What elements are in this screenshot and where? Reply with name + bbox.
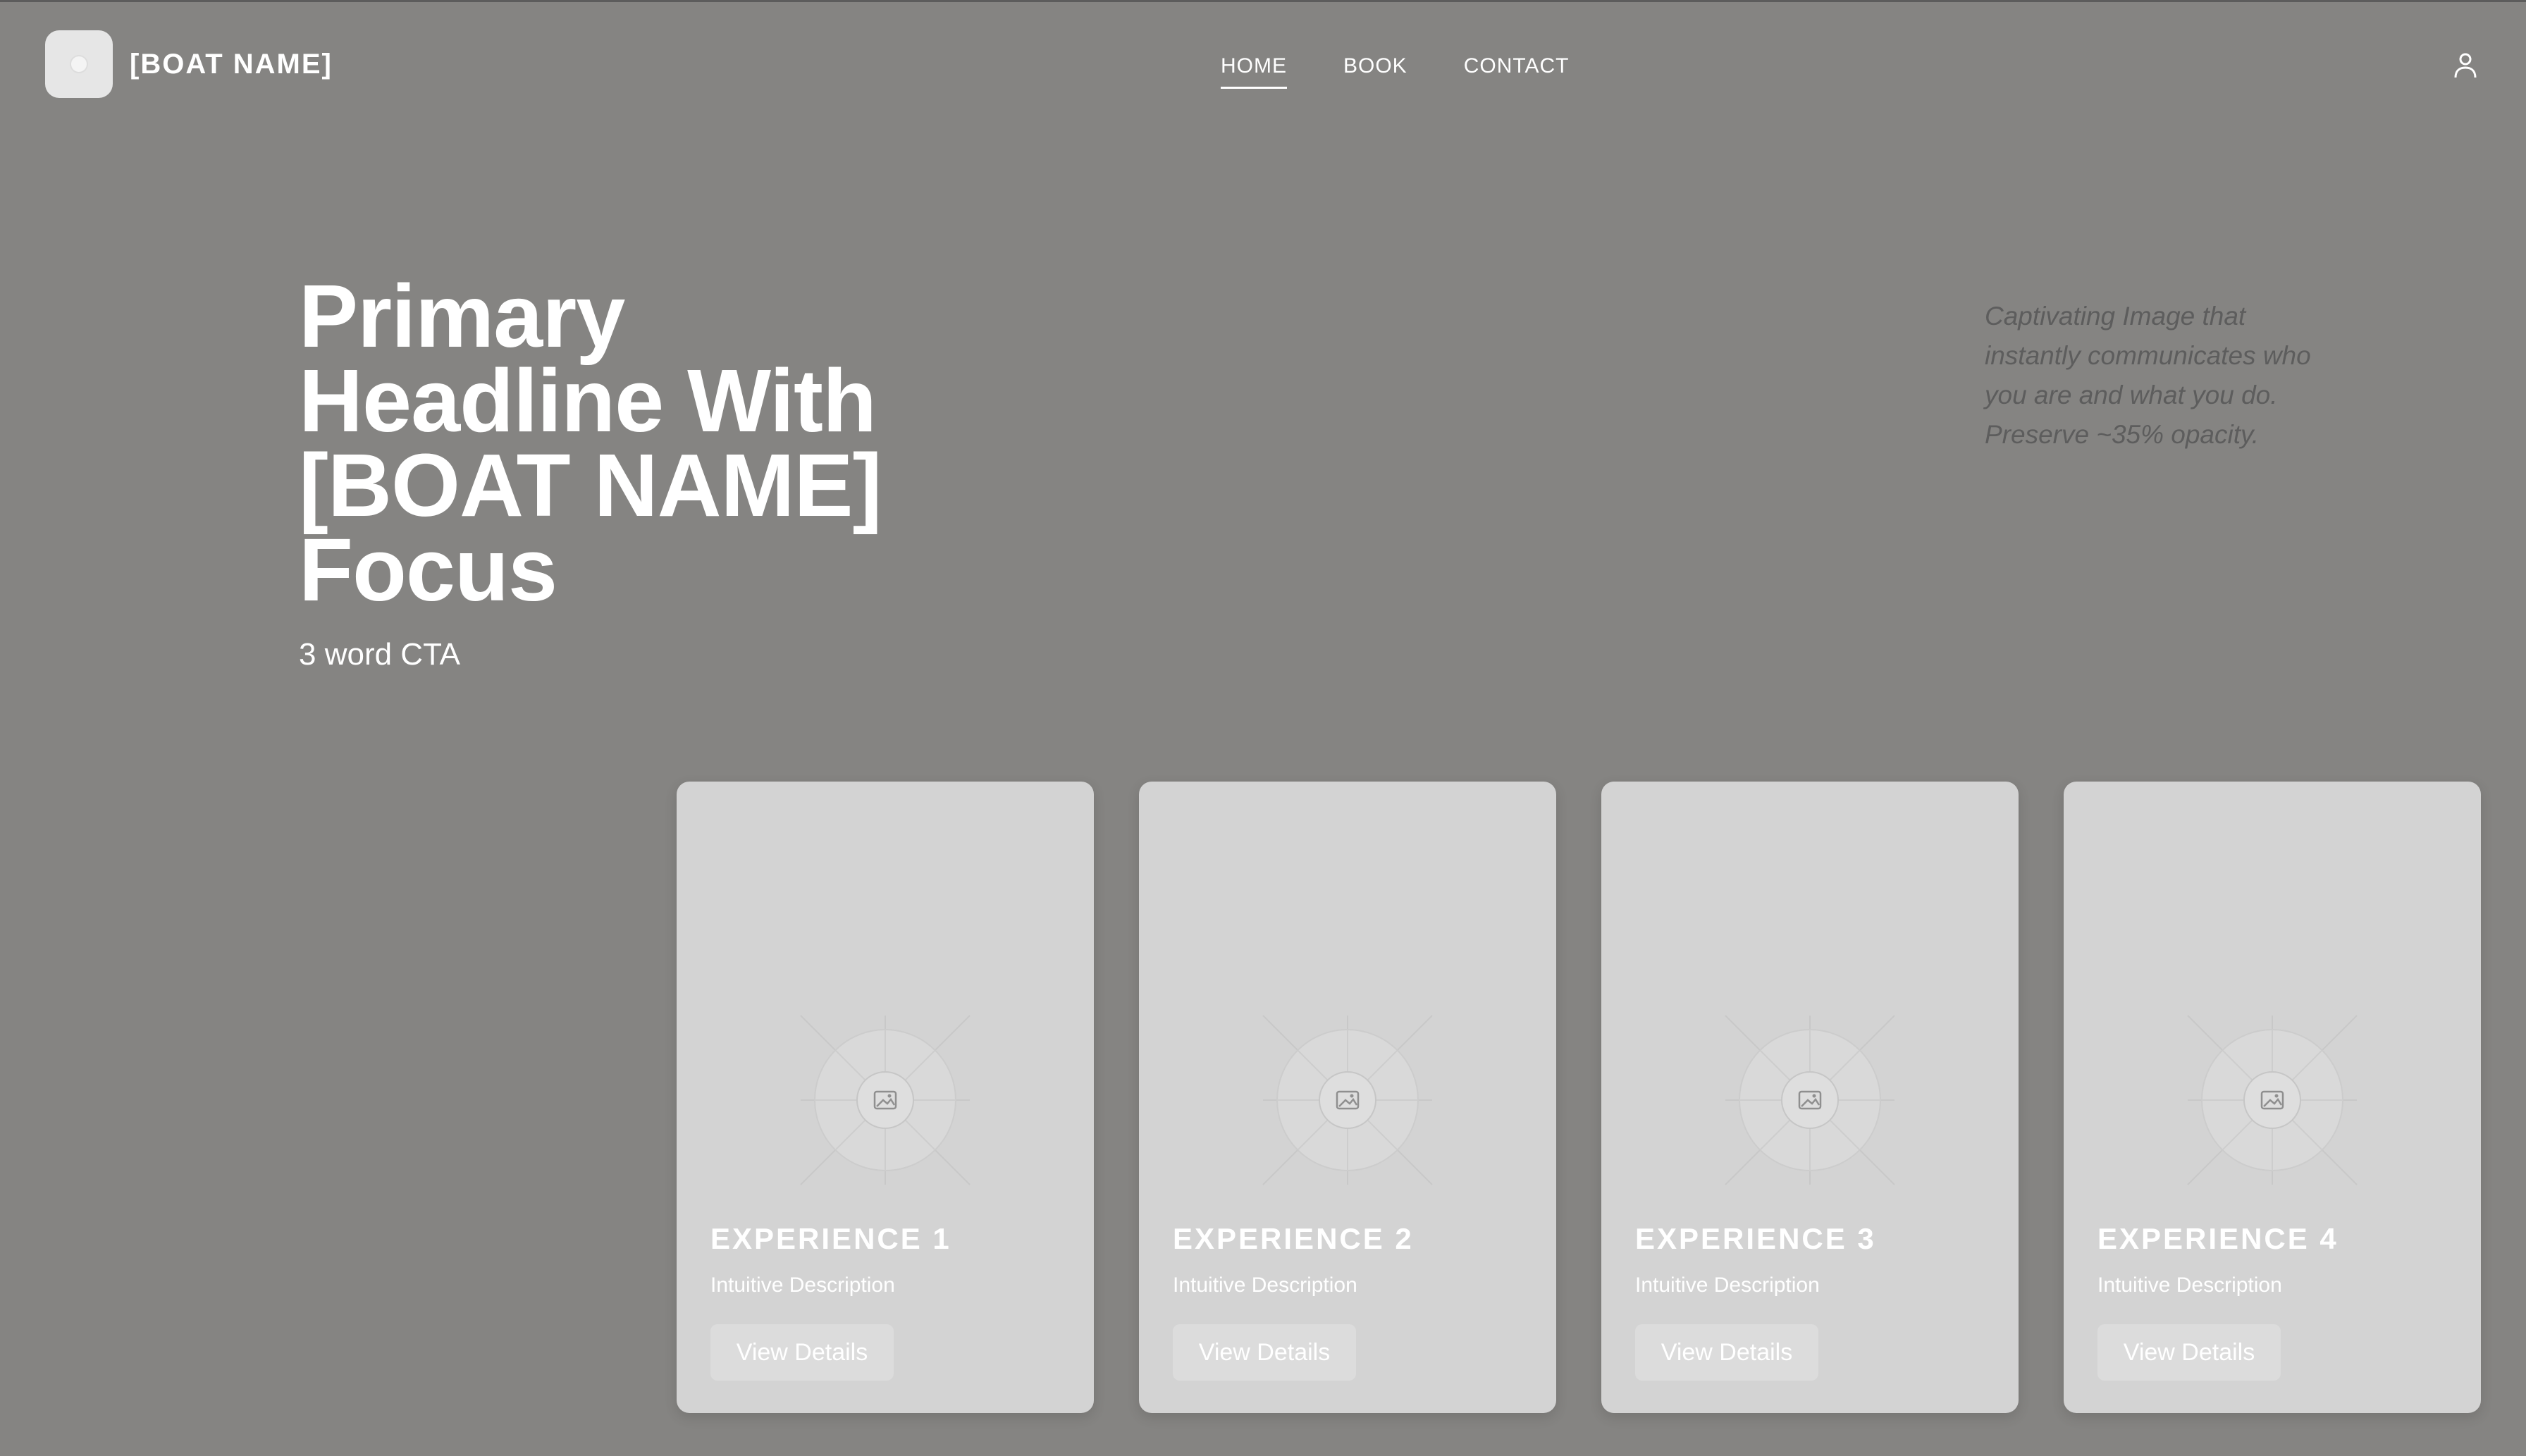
card-description: Intuitive Description [710, 1273, 895, 1297]
image-placeholder-icon [800, 1015, 971, 1185]
image-placeholder-icon [1725, 1015, 1895, 1185]
experience-card[interactable]: EXPERIENCE 1 Intuitive Description View … [677, 782, 1094, 1413]
card-description: Intuitive Description [1173, 1273, 1357, 1297]
main-nav: HOME BOOK CONTACT [1221, 53, 1569, 89]
view-details-button[interactable]: View Details [1173, 1324, 1356, 1381]
site-header: [BOAT NAME] HOME BOOK CONTACT [0, 2, 2526, 129]
logo[interactable] [45, 30, 113, 98]
user-icon[interactable] [2453, 51, 2478, 80]
view-details-button[interactable]: View Details [2097, 1324, 2281, 1381]
logo-icon [70, 55, 88, 73]
note-line: you are and what you do. [1985, 381, 2278, 409]
card-description: Intuitive Description [2097, 1273, 2282, 1297]
experience-card[interactable]: EXPERIENCE 3 Intuitive Description View … [1601, 782, 2019, 1413]
image-placeholder-icon [2187, 1015, 2358, 1185]
nav-item-book[interactable]: BOOK [1343, 53, 1407, 89]
nav-item-contact[interactable]: CONTACT [1464, 53, 1570, 89]
headline-line: Focus [299, 520, 557, 619]
view-details-button[interactable]: View Details [710, 1324, 894, 1381]
card-title: EXPERIENCE 4 [2097, 1222, 2339, 1255]
image-placeholder-icon [1262, 1015, 1433, 1185]
view-details-button[interactable]: View Details [1635, 1324, 1818, 1381]
brand-name[interactable]: [BOAT NAME] [130, 47, 333, 81]
card-title: EXPERIENCE 3 [1635, 1222, 1876, 1255]
card-title: EXPERIENCE 2 [1173, 1222, 1414, 1255]
hero-image-note: Captivating Image that instantly communi… [1985, 297, 2379, 455]
experience-card[interactable]: EXPERIENCE 4 Intuitive Description View … [2064, 782, 2481, 1413]
nav-item-home[interactable]: HOME [1221, 53, 1287, 89]
hero-headline: Primary Headline With [BOAT NAME] Focus [299, 272, 1004, 615]
note-line: Preserve ~35% opacity. [1985, 420, 2260, 449]
note-line: Captivating Image that [1985, 302, 2246, 331]
note-line: instantly communicates who [1985, 341, 2311, 370]
card-title: EXPERIENCE 1 [710, 1222, 951, 1255]
card-description: Intuitive Description [1635, 1273, 1820, 1297]
experience-card[interactable]: EXPERIENCE 2 Intuitive Description View … [1139, 782, 1556, 1413]
hero-cta[interactable]: 3 word CTA [299, 635, 460, 674]
